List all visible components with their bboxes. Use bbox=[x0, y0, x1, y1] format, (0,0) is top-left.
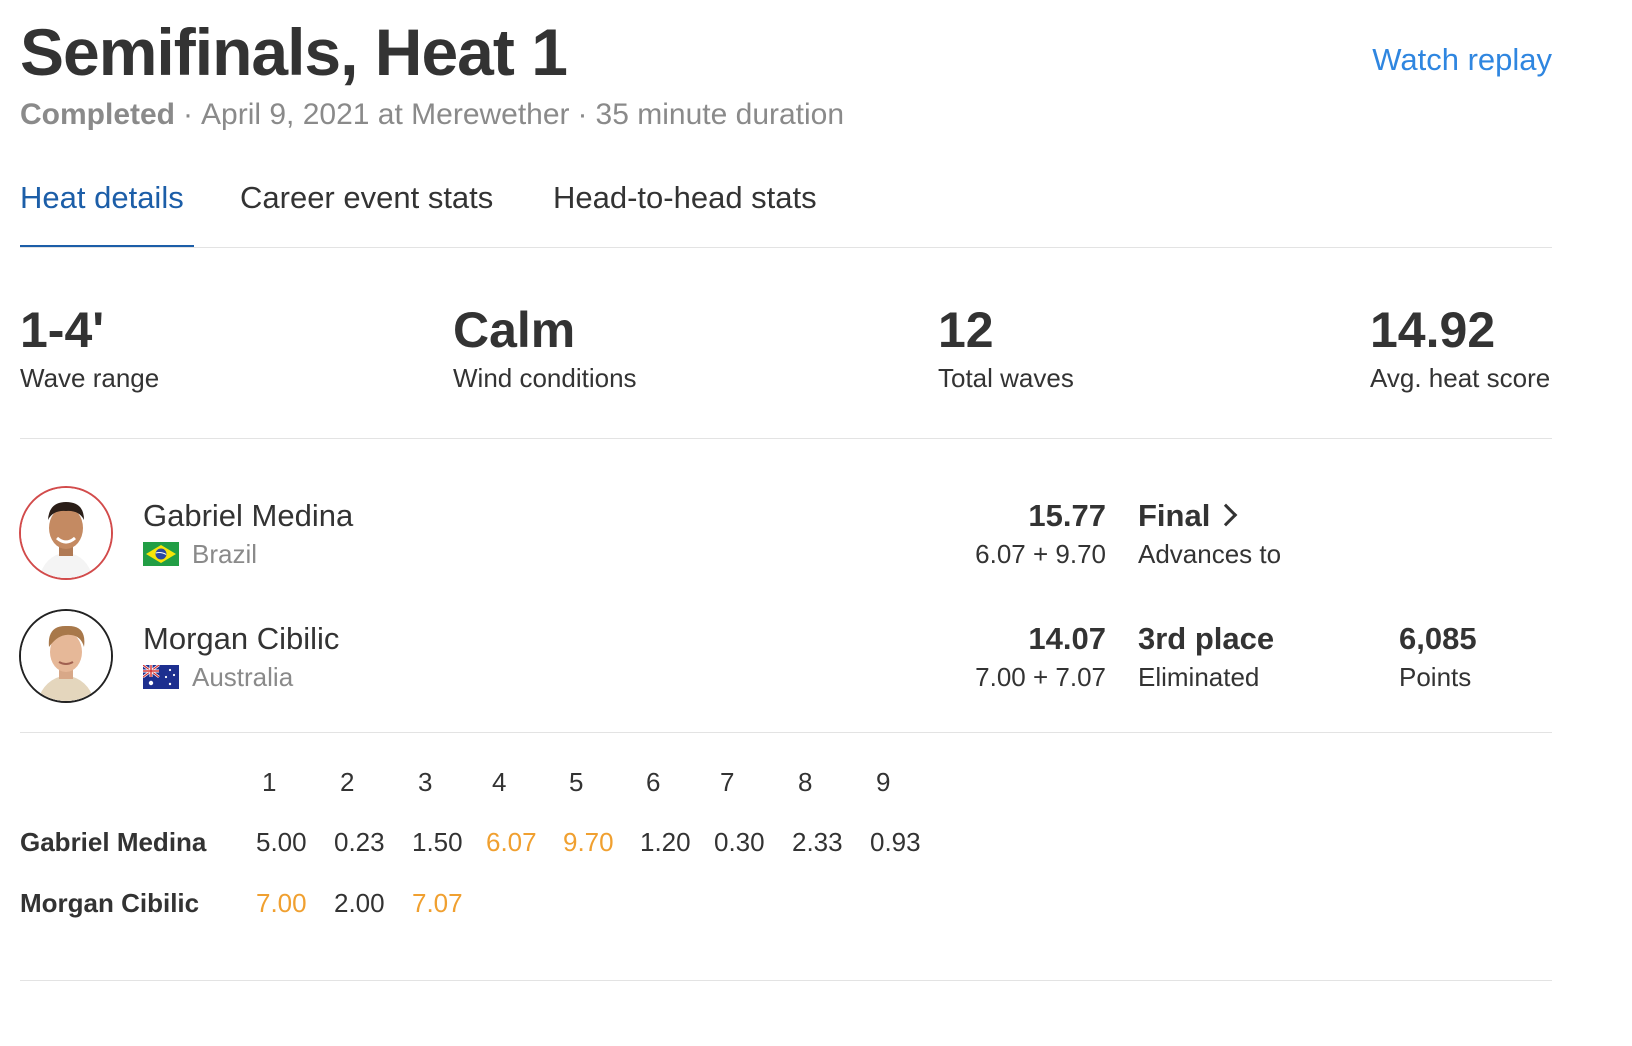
wave-score: 9.70 bbox=[563, 827, 614, 857]
wave-range-label: Wave range bbox=[20, 363, 160, 393]
wave-score: 2.00 bbox=[334, 888, 385, 918]
stats-divider bbox=[20, 438, 1552, 439]
score-breakdown: 6.07 + 9.70 bbox=[975, 539, 1106, 569]
page-title: Semifinals, Heat 1 bbox=[20, 15, 568, 89]
wave-row-name: Morgan Cibilic bbox=[20, 888, 200, 918]
athlete-name[interactable]: Morgan Cibilic bbox=[143, 620, 339, 658]
athlete-photo bbox=[21, 488, 111, 578]
points-label: Points bbox=[1399, 662, 1472, 692]
wave-range-value: 1-4' bbox=[20, 302, 105, 358]
heat-duration: 35 minute duration bbox=[595, 98, 845, 131]
athletes-divider bbox=[20, 732, 1552, 733]
tabs-divider bbox=[20, 247, 1552, 248]
wave-score: 6.07 bbox=[486, 827, 537, 857]
wave-score: 1.20 bbox=[640, 827, 691, 857]
heat-subtitle: Completed · April 9, 2021 at Merewether · 35… bbox=[20, 95, 844, 135]
result-label: Final bbox=[1138, 498, 1211, 533]
wave-score: 7.00 bbox=[256, 888, 307, 918]
chevron-right-icon bbox=[1215, 503, 1238, 527]
wind-conditions-value: Calm bbox=[453, 302, 576, 358]
subtitle-separator: · bbox=[577, 98, 588, 131]
avg-heat-score-value: 14.92 bbox=[1370, 302, 1496, 358]
wave-score: 1.50 bbox=[412, 827, 463, 857]
wave-number-header: 4 bbox=[492, 767, 507, 797]
points-value: 6,085 bbox=[1399, 621, 1477, 656]
avatar-morgan-cibilic[interactable] bbox=[19, 609, 113, 703]
wave-score: 2.33 bbox=[792, 827, 843, 857]
total-waves-value: 12 bbox=[938, 302, 994, 358]
avg-heat-score-label: Avg. heat score bbox=[1370, 363, 1551, 393]
wave-score: 0.23 bbox=[334, 827, 385, 857]
wave-row-name: Gabriel Medina bbox=[20, 827, 207, 857]
subtitle-separator: · bbox=[183, 98, 194, 131]
wave-score: 7.07 bbox=[412, 888, 463, 918]
result-subtext: Advances to bbox=[1138, 539, 1282, 569]
australia-flag-icon bbox=[143, 665, 179, 689]
wave-number-header: 6 bbox=[646, 767, 661, 797]
result-label: 3rd place bbox=[1138, 621, 1275, 656]
wave-score: 0.93 bbox=[870, 827, 921, 857]
total-waves-label: Total waves bbox=[938, 363, 1074, 393]
avatar-gabriel-medina[interactable] bbox=[19, 486, 113, 580]
wave-number-header: 9 bbox=[876, 767, 891, 797]
heat-total-score: 15.77 bbox=[1028, 498, 1106, 533]
heat-status: Completed bbox=[20, 98, 176, 131]
result-final-link[interactable]: Final bbox=[1138, 497, 1238, 535]
tab-career-event-stats[interactable]: Career event stats bbox=[240, 178, 493, 218]
bottom-divider bbox=[20, 980, 1552, 981]
athlete-country: Brazil bbox=[192, 539, 258, 569]
athlete-photo bbox=[21, 611, 111, 701]
athlete-country: Australia bbox=[192, 662, 294, 692]
wave-score: 0.30 bbox=[714, 827, 765, 857]
wave-number-header: 7 bbox=[720, 767, 735, 797]
watch-replay-link[interactable]: Watch replay bbox=[1372, 42, 1552, 78]
wave-score: 5.00 bbox=[256, 827, 307, 857]
brazil-flag-icon bbox=[143, 542, 179, 566]
result-subtext: Eliminated bbox=[1138, 662, 1260, 692]
wave-number-header: 3 bbox=[418, 767, 433, 797]
heat-total-score: 14.07 bbox=[1028, 621, 1106, 656]
wave-number-header: 5 bbox=[569, 767, 584, 797]
wave-number-header: 1 bbox=[262, 767, 277, 797]
score-breakdown: 7.00 + 7.07 bbox=[975, 662, 1106, 692]
heat-date-location: April 9, 2021 at Merewether bbox=[201, 98, 570, 131]
athlete-name[interactable]: Gabriel Medina bbox=[143, 497, 353, 535]
tab-head-to-head-stats[interactable]: Head-to-head stats bbox=[553, 178, 817, 218]
tab-heat-details[interactable]: Heat details bbox=[20, 178, 184, 218]
wind-conditions-label: Wind conditions bbox=[453, 363, 637, 393]
wave-number-header: 8 bbox=[798, 767, 813, 797]
wave-number-header: 2 bbox=[340, 767, 355, 797]
